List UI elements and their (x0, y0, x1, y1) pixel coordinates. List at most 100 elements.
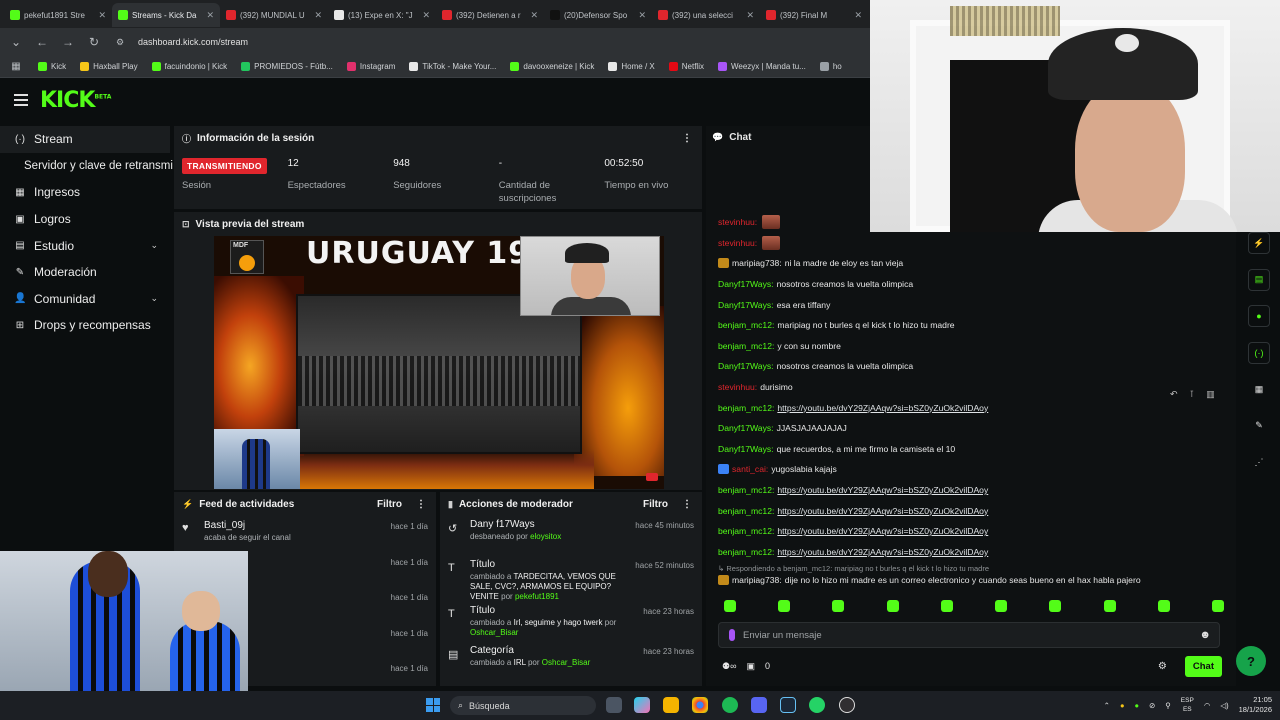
chevron-down-icon[interactable]: ⌄ (150, 293, 158, 304)
close-icon[interactable]: ✕ (530, 10, 538, 21)
sidebar-item[interactable]: ▤ Estudio ⌄ (0, 232, 170, 259)
chat-username[interactable]: Danyf17Ways: (718, 300, 774, 310)
chat-username[interactable]: Danyf17Ways: (718, 423, 774, 433)
url-field[interactable]: dashboard.kick.com/stream (138, 37, 248, 47)
sidebar-item[interactable]: (·) Stream (0, 126, 170, 153)
chrome-icon[interactable] (692, 697, 708, 713)
moderator-username[interactable]: Oshcar_Bisar (542, 658, 590, 667)
discord-icon[interactable] (751, 697, 767, 713)
chat-username[interactable]: maripiag738: (732, 258, 782, 268)
mod-filter-button[interactable]: Filtro (643, 499, 668, 510)
chat-bubble-icon[interactable]: ● (1248, 305, 1270, 327)
help-bubble-icon[interactable]: ? (1236, 646, 1266, 676)
close-icon[interactable]: ✕ (314, 10, 322, 21)
bookmark[interactable]: ho (819, 62, 842, 71)
sidebar-item[interactable]: ▣ Logros (0, 206, 170, 233)
emote-icon[interactable] (1103, 600, 1116, 612)
bookmark[interactable]: Haxball Play (80, 62, 138, 71)
feed-filter-button[interactable]: Filtro (377, 499, 402, 510)
bookmark[interactable]: Netflix (668, 62, 704, 71)
steam-icon[interactable] (780, 697, 796, 713)
send-chat-button[interactable]: Chat (1184, 655, 1222, 677)
reload-icon[interactable]: ↻ (86, 35, 102, 49)
close-icon[interactable]: ✕ (638, 10, 646, 21)
chat-username[interactable]: stevinhuu: (718, 238, 757, 248)
volume-icon[interactable]: ◁) (1220, 701, 1228, 710)
document-icon[interactable]: ▤ (1248, 268, 1270, 291)
chevron-down-icon[interactable]: ⌄ (150, 240, 158, 251)
chat-link[interactable]: https://youtu.be/dvY29ZjAAqw?si=bSZ0yZuO… (777, 506, 988, 516)
tray-app-icon[interactable]: ● (1134, 701, 1139, 710)
wifi-icon[interactable]: ◠ (1204, 701, 1211, 710)
emote-icon[interactable] (940, 600, 953, 612)
chat-link[interactable]: https://youtu.be/dvY29ZjAAqw?si=bSZ0yZuO… (777, 485, 988, 495)
tray-app-icon[interactable]: ● (1120, 701, 1125, 710)
chat-username[interactable]: santi_cai: (732, 464, 768, 474)
sidebar-item[interactable]: ✎ Moderación (0, 259, 170, 286)
site-info-icon[interactable]: ⚙ (112, 37, 128, 48)
emote-icon[interactable] (724, 600, 736, 612)
emote-icon[interactable] (1049, 600, 1062, 612)
more-options-icon[interactable]: ⋮ (682, 133, 692, 144)
window-icon[interactable]: ▦ (1248, 378, 1270, 400)
emote-icon[interactable] (1157, 600, 1170, 612)
wrench-icon[interactable]: ✎ (1248, 415, 1270, 437)
chat-username[interactable]: benjam_mc12: (718, 485, 774, 495)
chat-username[interactable]: Danyf17Ways: (718, 279, 774, 289)
chat-username[interactable]: maripiag738: (732, 575, 782, 585)
back-icon[interactable]: ← (34, 35, 50, 49)
chat-link[interactable]: https://youtu.be/dvY29ZjAAqw?si=bSZ0yZuO… (777, 403, 988, 413)
windows-start-icon[interactable] (426, 698, 440, 712)
emote-icon[interactable] (832, 600, 845, 612)
copilot-icon[interactable] (634, 697, 650, 713)
obs-icon[interactable] (839, 697, 855, 713)
tab-search-icon[interactable]: ⌄ (8, 35, 24, 49)
emote-icon[interactable] (995, 600, 1008, 612)
sidebar-item[interactable]: Servidor y clave de retransmi (0, 153, 173, 180)
emote-icon[interactable] (886, 600, 899, 612)
network-icon[interactable]: ⊘ (1149, 701, 1155, 710)
gift-icon[interactable]: ▣ (746, 661, 755, 672)
chat-username[interactable]: benjam_mc12: (718, 526, 774, 536)
share-icon[interactable]: ⋰ (1248, 451, 1270, 473)
chat-input[interactable]: Enviar un mensaje ☻ (718, 622, 1220, 648)
chat-link[interactable]: https://youtu.be/dvY29ZjAAqw?si=bSZ0yZuO… (777, 526, 988, 536)
users-icon[interactable]: ⚉∞ (722, 661, 736, 672)
moderator-username[interactable]: eloysitox (530, 532, 561, 541)
kick-logo[interactable]: KICKBETA (40, 88, 111, 113)
chat-username[interactable]: stevinhuu: (718, 217, 757, 227)
browser-tab[interactable]: (13) Expe en X: "J ✕ (328, 3, 436, 27)
browser-tab[interactable]: (392) Final M ✕ (760, 3, 868, 27)
chat-settings-icon[interactable]: ⚙ (1158, 661, 1167, 672)
moderator-username[interactable]: Oshcar_Bisar (470, 628, 518, 637)
bookmark[interactable]: davooxeneize | Kick (510, 62, 594, 71)
emote-icon[interactable] (1211, 600, 1224, 612)
chat-username[interactable]: benjam_mc12: (718, 320, 774, 330)
broadcast-icon[interactable]: (·) (1248, 341, 1270, 364)
tray-chevron-icon[interactable]: ⌃ (1104, 701, 1110, 710)
chat-username[interactable]: stevinhuu: (718, 382, 757, 392)
reply-icon[interactable]: ↶ (1170, 389, 1178, 400)
browser-tab[interactable]: (392) una selecci ✕ (652, 3, 760, 27)
spotify-icon[interactable] (722, 697, 738, 713)
lightning-icon[interactable]: ⚡ (1248, 232, 1270, 254)
emoji-icon[interactable]: ☻ (1199, 629, 1211, 641)
chat-username[interactable]: benjam_mc12: (718, 403, 774, 413)
bookmark[interactable]: Kick (38, 62, 66, 71)
close-icon[interactable]: ✕ (206, 10, 214, 21)
sidebar-item[interactable]: ⊞ Drops y recompensas (0, 312, 170, 339)
chat-username[interactable]: Danyf17Ways: (718, 361, 774, 371)
close-icon[interactable]: ✕ (746, 10, 754, 21)
chat-username[interactable]: benjam_mc12: (718, 547, 774, 557)
more-options-icon[interactable]: ⋮ (416, 499, 426, 510)
chat-username[interactable]: Danyf17Ways: (718, 444, 774, 454)
task-view-icon[interactable] (606, 697, 622, 713)
bookmark[interactable]: Weezyx | Manda tu... (717, 62, 806, 71)
file-explorer-icon[interactable] (663, 697, 679, 713)
bookmark[interactable]: TikTok - Make Your... (409, 62, 496, 71)
bookmark[interactable]: Home / X (608, 62, 655, 71)
mic-icon[interactable] (729, 629, 735, 641)
taskbar-search[interactable]: ⌕ Búsqueda (450, 696, 596, 715)
bookmark[interactable]: facuindonio | Kick (151, 62, 227, 71)
feed-username[interactable]: Basti_09j (204, 520, 391, 531)
